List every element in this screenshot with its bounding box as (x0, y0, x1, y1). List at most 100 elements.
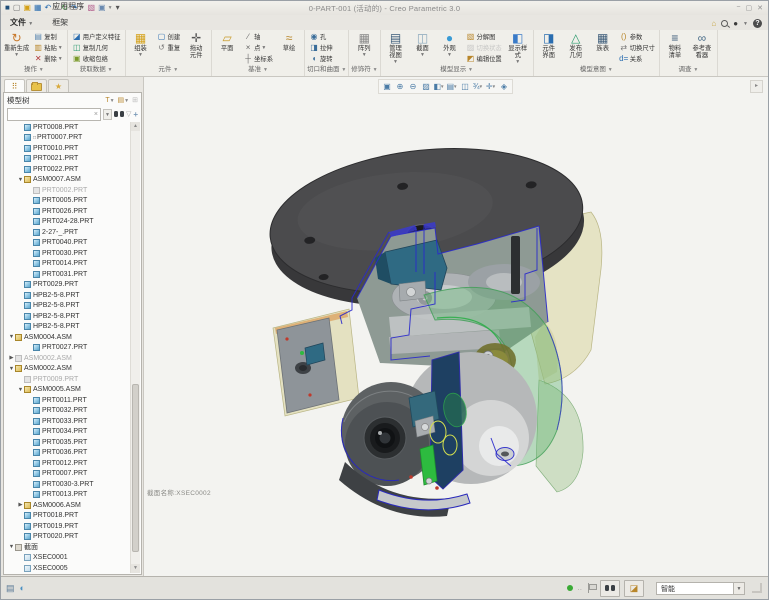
collapse-arrow-icon[interactable]: ▼ (8, 334, 15, 340)
ribbon-group-label[interactable]: 操作 ▼ (3, 64, 65, 75)
windows-icon[interactable]: ▣ (98, 4, 106, 12)
saved-orientations-icon[interactable]: ▤ ▼ (446, 81, 458, 92)
ribbon-button-拉伸[interactable]: ◨ 拉伸 (307, 42, 335, 53)
clear-search-icon[interactable]: × (94, 111, 98, 118)
ribbon-button-孔[interactable]: ◉ 孔 (307, 31, 335, 42)
tree-item-ASM0002.ASM[interactable]: ▼ ASM0002.ASM (5, 364, 131, 375)
ribbon-button-旋转[interactable]: ◖ 旋转 (307, 53, 335, 64)
tree-item-PRT0031.PRT[interactable]: PRT0031.PRT (5, 269, 131, 280)
ribbon-group-label[interactable]: 元件 ▼ (128, 64, 210, 75)
ribbon-button-坐标系[interactable]: ┼ 坐标系 (241, 53, 275, 64)
selection-filter-value[interactable]: 智能 (656, 581, 734, 595)
ribbon-button-重新生成[interactable]: ↻ 重新生成 ▼ (3, 31, 30, 64)
ribbon-button-粘贴[interactable]: ▥ 粘贴 ▼ (31, 42, 65, 53)
scroll-up-icon[interactable]: ▲ (131, 122, 140, 131)
ribbon-group-label[interactable]: 模型显示 ▼ (383, 64, 531, 75)
display-sphere-icon[interactable]: ● (733, 19, 738, 28)
tab-file[interactable]: 文件 ▼ (1, 14, 42, 30)
command-locator-icon[interactable]: ⌂ (711, 19, 716, 28)
ribbon-button-创建[interactable]: ▢ 创建 (155, 31, 183, 42)
tree-item-ASM0005.ASM[interactable]: ▼ ASM0005.ASM (5, 385, 131, 396)
collapse-arrow-icon[interactable]: ▼ (17, 387, 24, 393)
ribbon-group-label[interactable]: 模型意图 ▼ (536, 64, 657, 75)
tree-item-PRT0030.PRT[interactable]: PRT0030.PRT (5, 248, 131, 259)
ribbon-button-用户定义特征[interactable]: ◪ 用户定义特征 (70, 31, 123, 42)
tree-item-XSEC0001[interactable]: XSEC0001 (5, 553, 131, 564)
ribbon-button-元件界面[interactable]: ◨ 元件 界面 (536, 31, 562, 64)
ribbon-button-草绘[interactable]: ≈ 草绘 (276, 31, 302, 64)
tree-item-PRT0007.PRT[interactable]: □ PRT0007.PRT (5, 133, 131, 144)
zoom-out-icon[interactable]: ⊖ (407, 81, 419, 92)
gimbal-camera-model[interactable] (239, 132, 649, 532)
tree-item-ASM0007.ASM[interactable]: ▼ ASM0007.ASM (5, 175, 131, 186)
expand-arrow-icon[interactable]: ▶ (17, 502, 24, 508)
ribbon-button-参数[interactable]: () 参数 (617, 31, 657, 42)
tree-item-PRT0040.PRT[interactable]: PRT0040.PRT (5, 238, 131, 249)
tab-framework[interactable]: 框架 (43, 14, 93, 30)
collapse-arrow-icon[interactable]: ▼ (17, 177, 24, 183)
tree-item-PRT0029.PRT[interactable]: PRT0029.PRT (5, 280, 131, 291)
ribbon-button-收缩包络[interactable]: ▣ 收缩包络 (70, 53, 123, 64)
tree-item-PRT0027.PRT[interactable]: PRT0027.PRT (5, 343, 131, 354)
find-button[interactable] (600, 579, 620, 597)
ribbon-button-截面[interactable]: ◫ 截面 ▼ (410, 31, 436, 64)
ribbon-button-分解图[interactable]: ▧ 分解图 (464, 31, 504, 42)
ribbon-group-label[interactable]: 基准 ▼ (214, 64, 302, 75)
ribbon-button-点[interactable]: × 点 ▼ (241, 42, 275, 53)
tree-item-截面[interactable]: ▼ 截面 (5, 542, 131, 553)
scrollbar-thumb[interactable] (132, 383, 139, 553)
tab-applications[interactable]: 应用程序 (43, 0, 93, 14)
open-file-icon[interactable]: ▣ (23, 4, 31, 12)
tree-item-PRT0013.PRT[interactable]: PRT0013.PRT (5, 490, 131, 501)
tree-item-PRT0002.PRT[interactable]: PRT0002.PRT (5, 185, 131, 196)
tree-item-ASM0002.ASM[interactable]: ▶ ASM0002.ASM (5, 353, 131, 364)
tree-item-PRT0034.PRT[interactable]: PRT0034.PRT (5, 427, 131, 438)
tree-item-PRT0018.PRT[interactable]: PRT0018.PRT (5, 511, 131, 522)
app-icon[interactable]: ■ (5, 4, 10, 12)
tab-folder-browser[interactable] (26, 79, 47, 93)
expand-arrow-icon[interactable]: ▶ (8, 355, 15, 361)
collapse-arrow-icon[interactable]: ▼ (8, 366, 15, 372)
repaint-icon[interactable]: ▨ (420, 81, 432, 92)
tree-item-PRT0009.PRT[interactable]: PRT0009.PRT (5, 374, 131, 385)
ribbon-button-复制[interactable]: ▤ 复制 (31, 31, 65, 42)
tree-item-HPB2-5-8.PRT[interactable]: HPB2-5-8.PRT (5, 290, 131, 301)
more-commands-icon[interactable]: ▾ (116, 4, 120, 12)
display-style-icon[interactable]: ◧ ▼ (433, 81, 445, 92)
search-icon[interactable] (721, 20, 729, 27)
tree-item-PRT0011.PRT[interactable]: PRT0011.PRT (5, 395, 131, 406)
ribbon-button-外观[interactable]: ● 外观 ▼ (437, 31, 463, 64)
ribbon-button-重复[interactable]: ↺ 重复 (155, 42, 183, 53)
ribbon-button-拖动元件[interactable]: ✛ 拖动 元件 (183, 31, 209, 64)
filter-icon[interactable]: ▽ (126, 110, 131, 118)
tree-item-2-27-_.PRT[interactable]: 2-27-_.PRT (5, 227, 131, 238)
find-icon[interactable] (113, 110, 124, 118)
tree-item-PRT0021.PRT[interactable]: PRT0021.PRT (5, 154, 131, 165)
selection-filter-dropdown[interactable]: ▼ (734, 581, 745, 595)
view-manager-icon[interactable]: ◫ (459, 81, 471, 92)
browser-toggle-icon[interactable]: ◐ (20, 583, 25, 593)
ribbon-button-发布几何[interactable]: △ 发布 几何 (563, 31, 589, 64)
zoom-in-icon[interactable]: ⊕ (394, 81, 406, 92)
ribbon-button-族表[interactable]: ▦ 族表 (590, 31, 616, 64)
search-input[interactable] (10, 110, 94, 118)
tree-scrollbar[interactable]: ▲ ▼ (130, 122, 140, 573)
resize-grip[interactable] (752, 583, 762, 593)
tree-item-PRT024-28.PRT[interactable]: PRT024-28.PRT (5, 217, 131, 228)
tree-item-PRT0007.PRT[interactable]: PRT0007.PRT (5, 469, 131, 480)
tree-item-PRT0008.PRT[interactable]: PRT0008.PRT (5, 122, 131, 133)
annotation-display-icon[interactable]: ¾ ▼ (472, 81, 484, 92)
expand-search-icon[interactable]: + (133, 110, 138, 119)
tree-item-PRT0030-3.PRT[interactable]: PRT0030-3.PRT (5, 479, 131, 490)
help-icon[interactable]: ? (753, 19, 762, 28)
minimize-button[interactable]: − (736, 4, 740, 12)
tree-item-HPB2-5-8.PRT[interactable]: HPB2-5-8.PRT (5, 301, 131, 312)
tree-item-PRT0020.PRT[interactable]: PRT0020.PRT (5, 532, 131, 543)
collapse-arrow-icon[interactable]: ▼ (8, 544, 15, 550)
tree-item-PRT0032.PRT[interactable]: PRT0032.PRT (5, 406, 131, 417)
tree-item-PRT0036.PRT[interactable]: PRT0036.PRT (5, 448, 131, 459)
tree-item-XSEC0005[interactable]: XSEC0005 (5, 563, 131, 573)
tab-model-tree[interactable]: ⠿ (4, 79, 25, 93)
tree-settings-icon[interactable]: T▼ (105, 97, 114, 104)
tree-item-HPB2-5-8.PRT[interactable]: HPB2-5-8.PRT (5, 322, 131, 333)
